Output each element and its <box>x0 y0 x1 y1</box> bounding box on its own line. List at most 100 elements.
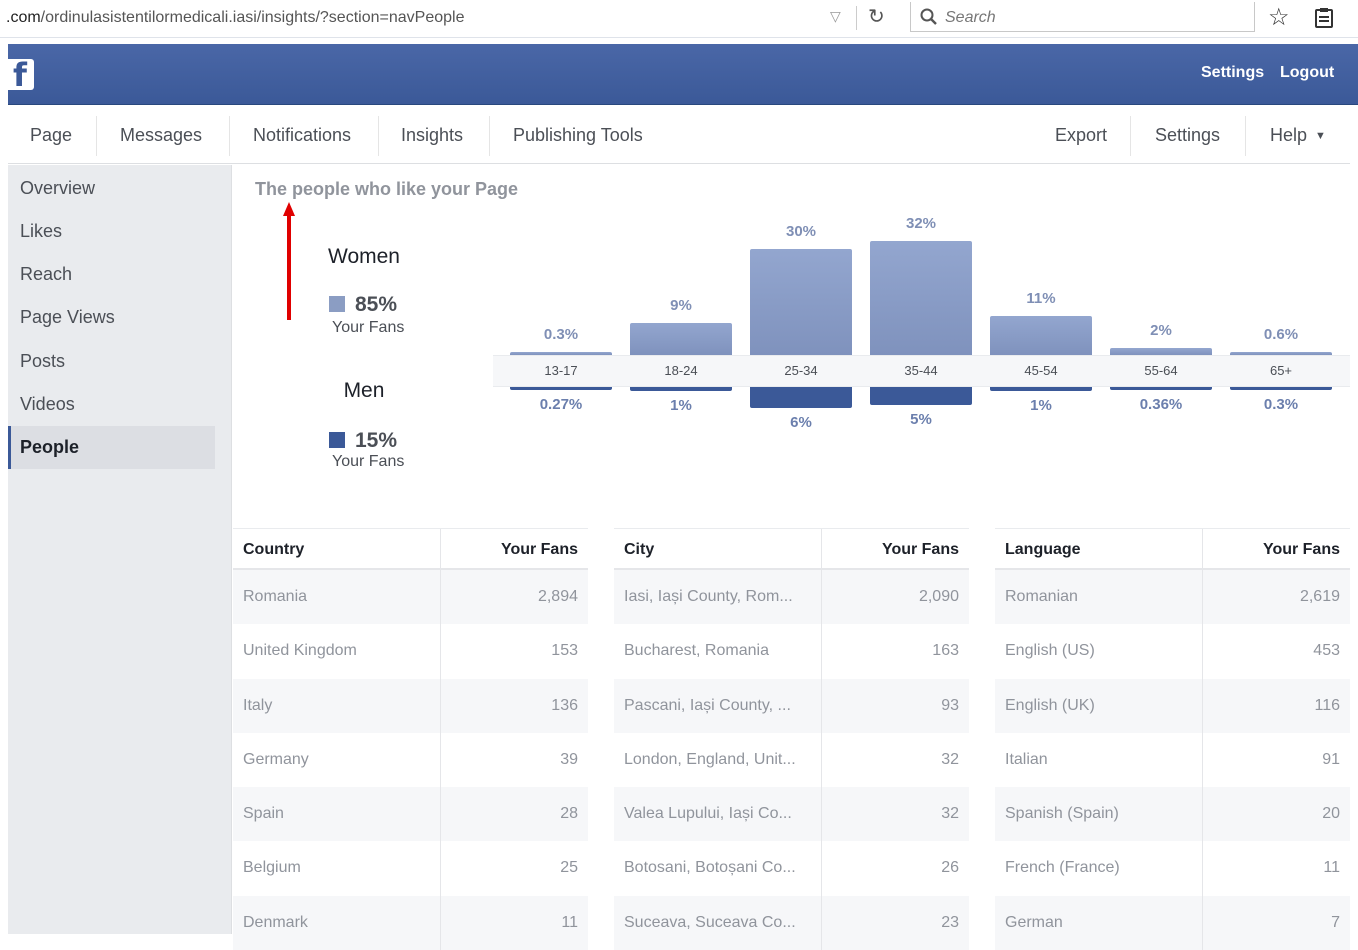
bar-men-65+[interactable] <box>1230 387 1332 390</box>
reload-icon[interactable]: ↻ <box>868 4 885 29</box>
fans-count-cell: 26 <box>941 859 959 877</box>
language-cell: French (France) <box>1005 859 1120 877</box>
bar-men-35-44[interactable] <box>870 387 972 405</box>
tab-messages[interactable]: Messages <box>98 106 224 164</box>
tab-settings[interactable]: Settings <box>1133 106 1242 164</box>
address-bar[interactable]: .com/ordinulasistentilormedicali.iasi/in… <box>6 9 464 27</box>
tab-export[interactable]: Export <box>1033 106 1129 164</box>
bar-women-55-64[interactable] <box>1110 347 1212 355</box>
country-cell: Italy <box>243 696 273 714</box>
column-divider <box>821 841 822 896</box>
bar-women-25-34[interactable] <box>750 248 852 355</box>
men-percentage: 15% <box>329 429 397 453</box>
facebook-header: f Settings Logout <box>8 44 1358 105</box>
fans-count-cell: 2,619 <box>1299 588 1340 605</box>
page-tab-nav: Page Messages Notifications Insights Pub… <box>8 106 1350 164</box>
fans-count-cell: 93 <box>941 696 959 714</box>
table-header: Country Your Fans <box>233 529 588 570</box>
country-table: Country Your Fans Romania 2,894 United Kingd… <box>233 528 588 950</box>
bar-men-25-34[interactable] <box>750 387 852 409</box>
age-gender-chart: 0.3% 13-17 0.27% 9% 18-24 1% 30% 25-34 6% 32% 35-4… <box>493 205 1350 505</box>
table-row: London, England, Unit... 32 <box>614 732 969 788</box>
table-header: City Your Fans <box>614 529 969 570</box>
red-annotation-arrow <box>283 202 295 320</box>
label-men-35-44: 5% <box>910 410 932 428</box>
men-pct-value: 15% <box>355 429 398 452</box>
city-cell: London, England, Unit... <box>624 750 796 768</box>
bar-men-55-64[interactable] <box>1110 387 1212 390</box>
column-header-city[interactable]: City <box>624 529 654 570</box>
fans-count-cell: 32 <box>941 805 959 823</box>
tab-insights[interactable]: Insights <box>379 106 485 164</box>
fans-count-cell: 116 <box>1314 696 1340 714</box>
facebook-logo-letter: f <box>13 56 27 94</box>
label-women-35-44: 32% <box>905 215 937 233</box>
bar-women-18-24[interactable] <box>630 323 732 355</box>
table-row: Romanian 2,619 <box>995 570 1350 625</box>
column-divider <box>1202 624 1203 679</box>
women-subtitle: Your Fans <box>332 319 405 336</box>
tab-help[interactable]: Help ▼ <box>1248 106 1348 164</box>
browser-search-input[interactable]: Search <box>910 2 1255 32</box>
label-men-45-54: 1% <box>1030 396 1052 414</box>
search-placeholder: Search <box>945 9 996 26</box>
fans-count-cell: 32 <box>941 750 959 768</box>
language-cell: English (US) <box>1005 642 1095 660</box>
table-row: Bucharest, Romania 163 <box>614 624 969 679</box>
sidebar-item-likes[interactable]: Likes <box>8 210 215 253</box>
label-women-18-24: 9% <box>670 297 692 315</box>
sidebar-item-overview[interactable]: Overview <box>8 167 215 210</box>
table-row: Denmark 11 <box>233 895 588 950</box>
column-header-your-fans[interactable]: Your Fans <box>882 529 959 570</box>
column-header-your-fans[interactable]: Your Fans <box>1263 529 1340 570</box>
label-men-55-64: 0.36% <box>1139 396 1183 413</box>
table-row: German 7 <box>995 895 1350 950</box>
column-divider <box>1202 732 1203 788</box>
age-tick-18-24: 18-24 <box>664 363 698 378</box>
bar-women-35-44[interactable] <box>870 241 972 355</box>
column-divider <box>440 895 441 950</box>
column-divider <box>821 787 822 842</box>
column-divider <box>1202 529 1203 570</box>
column-divider <box>821 895 822 950</box>
fans-count-cell: 39 <box>560 750 578 768</box>
url-history-dropdown-icon[interactable]: ▽ <box>830 8 841 25</box>
age-tick-35-44: 35-44 <box>904 363 938 378</box>
column-divider <box>821 624 822 679</box>
label-women-55-64: 2% <box>1150 321 1172 339</box>
fans-count-cell: 2,894 <box>537 588 578 605</box>
bar-men-13-17[interactable] <box>510 387 612 390</box>
tab-publishing-tools[interactable]: Publishing Tools <box>491 106 665 164</box>
header-settings-link[interactable]: Settings <box>1201 64 1264 82</box>
tab-page[interactable]: Page <box>8 106 94 164</box>
sidebar-item-videos[interactable]: Videos <box>8 383 215 426</box>
sidebar-item-reach[interactable]: Reach <box>8 253 215 296</box>
header-logout-link[interactable]: Logout <box>1280 64 1334 82</box>
age-tick-45-54: 45-54 <box>1024 363 1058 378</box>
bar-women-45-54[interactable] <box>990 315 1092 355</box>
fans-count-cell: 163 <box>932 642 959 660</box>
language-table: Language Your Fans Romanian 2,619 English (U… <box>995 528 1350 950</box>
tab-notifications[interactable]: Notifications <box>231 106 373 164</box>
column-header-country[interactable]: Country <box>243 529 304 570</box>
fans-count-cell: 453 <box>1313 642 1340 660</box>
column-divider <box>821 529 822 570</box>
sidebar-item-people[interactable]: People <box>8 426 215 469</box>
column-divider <box>440 787 441 842</box>
sidebar-item-page-views[interactable]: Page Views <box>8 296 215 339</box>
column-divider <box>1202 678 1203 733</box>
column-header-your-fans[interactable]: Your Fans <box>501 529 578 570</box>
bar-men-18-24[interactable] <box>630 387 732 391</box>
bar-men-45-54[interactable] <box>990 387 1092 391</box>
sidebar-item-posts[interactable]: Posts <box>8 340 215 383</box>
column-divider <box>821 570 822 625</box>
tab-help-label: Help <box>1270 125 1308 145</box>
facebook-logo[interactable]: f <box>8 56 34 94</box>
reading-list-icon[interactable] <box>1313 7 1335 29</box>
browser-toolbar: .com/ordinulasistentilormedicali.iasi/in… <box>0 0 1358 38</box>
table-row: Italy 136 <box>233 678 588 733</box>
bookmark-star-icon[interactable]: ☆ <box>1268 3 1290 32</box>
tab-separator <box>229 116 230 156</box>
column-header-language[interactable]: Language <box>1005 529 1081 570</box>
women-pct-value: 85% <box>355 293 398 316</box>
